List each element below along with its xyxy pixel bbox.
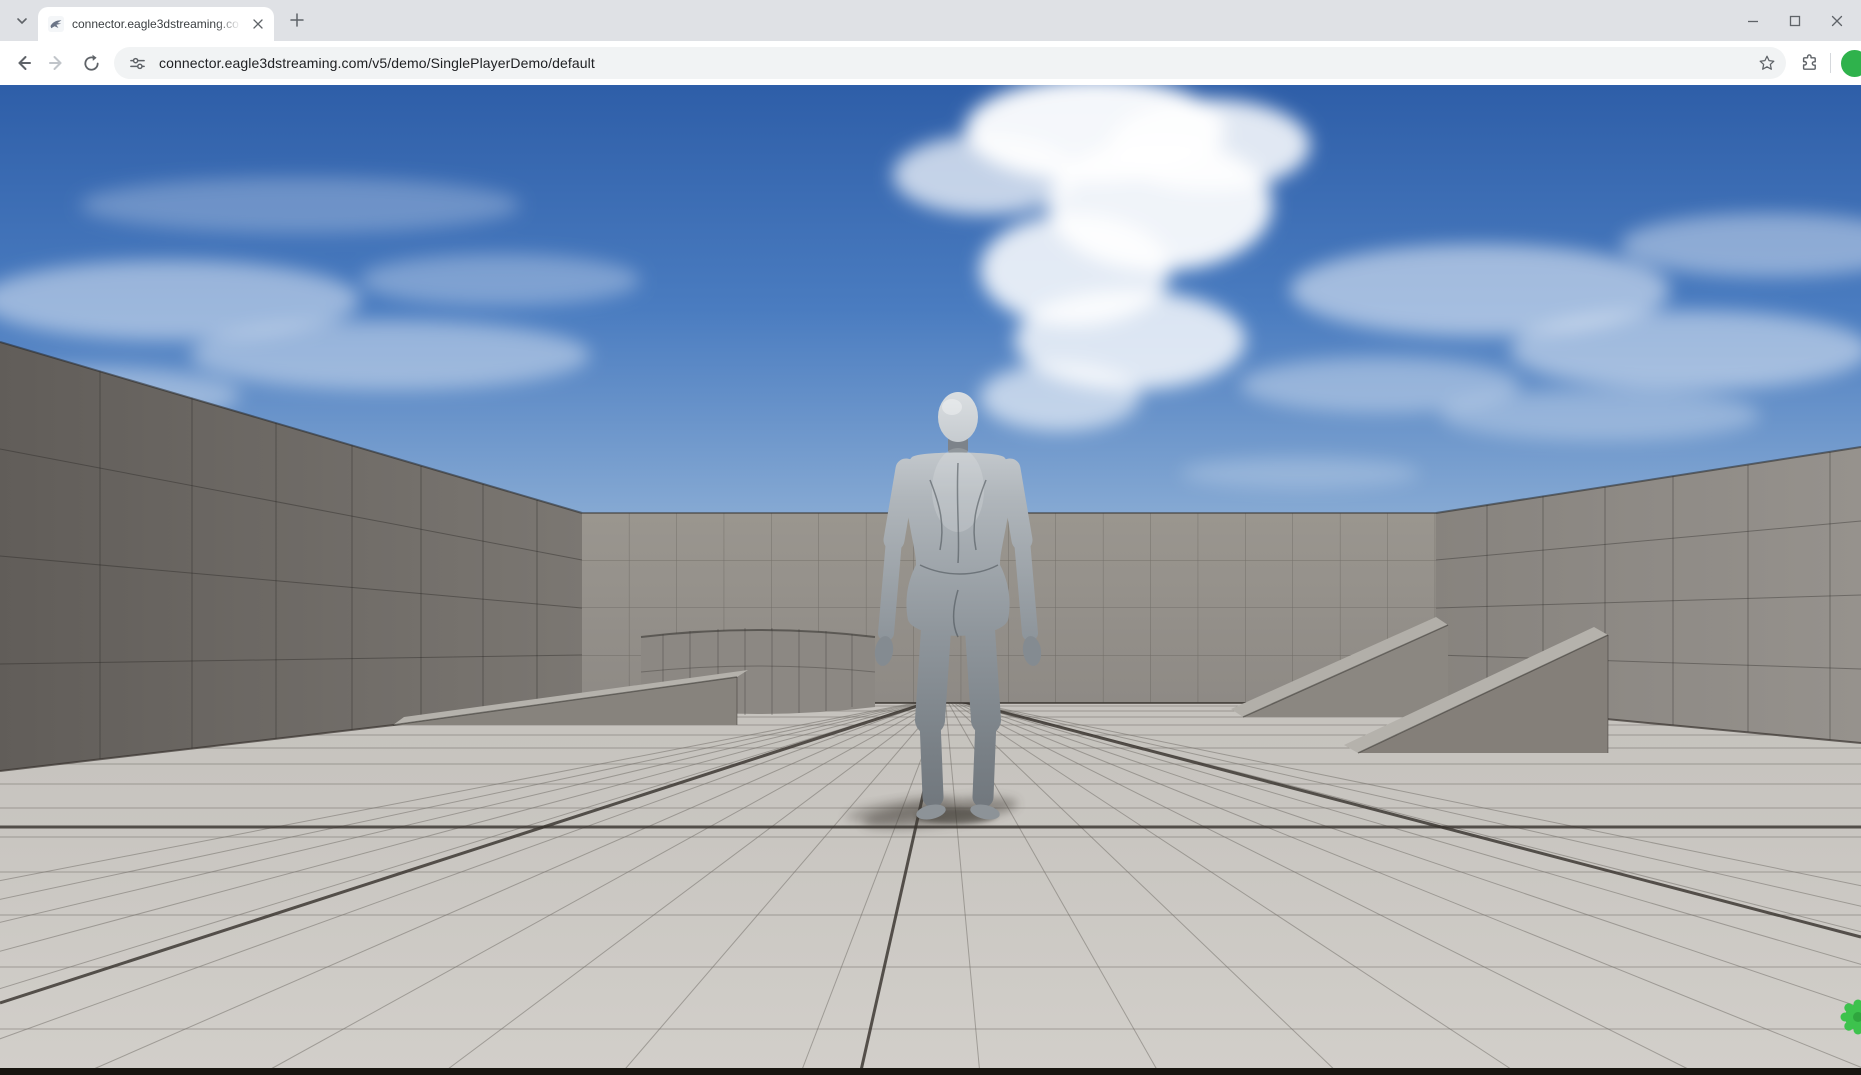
new-tab-button[interactable] xyxy=(283,6,311,34)
bottom-bar xyxy=(0,1068,1861,1075)
window-controls xyxy=(1745,0,1861,41)
profile-avatar[interactable] xyxy=(1839,48,1861,79)
tab-list-chevron-icon[interactable] xyxy=(8,7,36,35)
address-bar[interactable]: connector.eagle3dstreaming.com/v5/demo/S… xyxy=(114,47,1786,79)
site-info-tune-icon[interactable] xyxy=(124,50,150,76)
url-text[interactable]: connector.eagle3dstreaming.com/v5/demo/S… xyxy=(159,55,1745,71)
minimize-icon[interactable] xyxy=(1745,13,1761,29)
extensions-puzzle-icon[interactable] xyxy=(1792,46,1826,80)
browser-toolbar: connector.eagle3dstreaming.com/v5/demo/S… xyxy=(0,41,1861,85)
bookmark-star-icon[interactable] xyxy=(1754,50,1780,76)
back-button[interactable] xyxy=(6,46,40,80)
tab-strip: connector.eagle3dstreaming.co xyxy=(0,0,1861,41)
close-window-icon[interactable] xyxy=(1829,13,1845,29)
page-content xyxy=(0,85,1861,1075)
maximize-icon[interactable] xyxy=(1787,13,1803,29)
browser-tab[interactable]: connector.eagle3dstreaming.co xyxy=(38,7,274,41)
eagle-favicon-icon xyxy=(48,16,64,32)
reload-button[interactable] xyxy=(74,46,108,80)
forward-button[interactable] xyxy=(40,46,74,80)
tab-close-icon[interactable] xyxy=(249,16,266,33)
tab-title: connector.eagle3dstreaming.co xyxy=(72,17,241,31)
streaming-3d-viewport[interactable] xyxy=(0,85,1861,1075)
toolbar-divider xyxy=(1830,53,1831,73)
browser-window: connector.eagle3dstreaming.co xyxy=(0,0,1861,1075)
